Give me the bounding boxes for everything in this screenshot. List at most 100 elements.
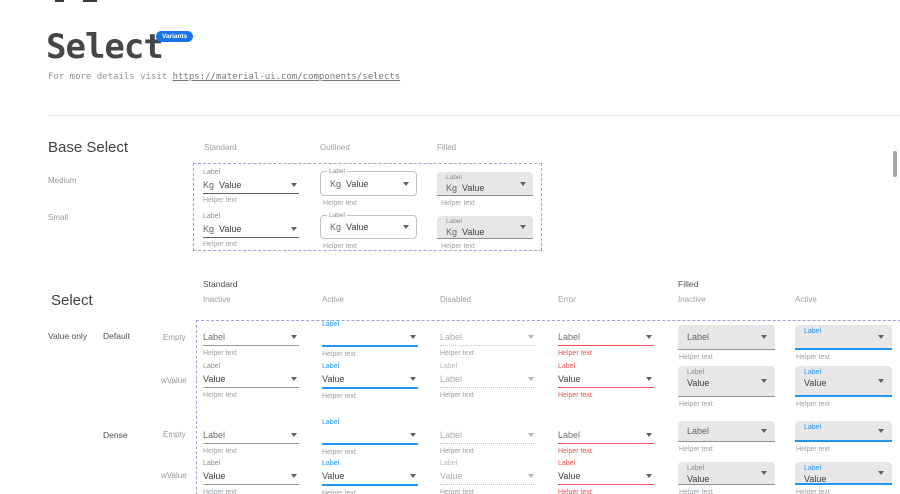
helper-text: Helper text <box>441 200 533 207</box>
group-header-filled: Filled <box>678 279 698 289</box>
standard-select-disabled-default-empty[interactable]: Label Helper text <box>440 320 536 357</box>
filled-box: LabelValue <box>678 462 775 485</box>
select-value-row: Value <box>558 469 654 484</box>
floating-label: Label <box>804 327 883 336</box>
select-value: Label <box>440 430 462 440</box>
floating-label: Label <box>203 212 299 222</box>
underline <box>203 193 299 194</box>
floating-label: Label <box>446 218 524 226</box>
select-value: Value <box>558 471 580 481</box>
standard-select-active-dense-empty[interactable]: LabelHelper text <box>322 418 418 456</box>
select-value: Value <box>804 377 883 390</box>
variants-badge[interactable]: Variants <box>156 31 193 42</box>
intro-text: For more details visit https://material-… <box>48 72 400 82</box>
dropdown-arrow-icon <box>528 433 534 437</box>
underline <box>440 484 536 485</box>
select-value-row: KgValue <box>203 178 299 193</box>
filled-box: Label <box>795 421 892 442</box>
dropdown-arrow-icon <box>291 183 297 187</box>
dropdown-arrow-icon <box>646 474 652 478</box>
select-value: Value <box>804 473 883 486</box>
density-label-default: Default <box>103 331 130 341</box>
filled-box: LabelValue <box>795 366 892 397</box>
filled-box: LabelValue <box>795 462 892 485</box>
col-header-active-5: Active <box>795 295 817 304</box>
select-value: Label <box>687 425 709 438</box>
floating-label <box>558 320 654 330</box>
helper-text: Helper text <box>440 392 536 399</box>
standard-select-inactive-default-wvalue[interactable]: LabelValueHelper text <box>203 362 299 399</box>
select-value-row: Label <box>440 330 536 345</box>
base-select-outlined-small[interactable]: LabelKgValueHelper text <box>320 215 417 250</box>
dropdown-arrow-icon <box>291 227 297 231</box>
base-select-outlined-medium[interactable]: LabelKgValueHelper text <box>320 171 417 207</box>
filled-select-inactive-dense-empty[interactable]: Label Helper text <box>678 421 775 453</box>
dropdown-arrow-icon <box>291 335 297 339</box>
select-value: Label <box>203 332 225 342</box>
standard-select-error-default-wvalue[interactable]: LabelValueHelper text <box>558 362 654 399</box>
filled-select-inactive-dense-wvalue[interactable]: LabelValueHelper text <box>678 462 775 494</box>
select-value-row: KgValue <box>446 182 524 194</box>
standard-select-inactive-default-empty[interactable]: LabelHelper text <box>203 320 299 357</box>
helper-text: Helper text <box>678 446 775 453</box>
filled-box: Label <box>678 421 775 442</box>
dropdown-arrow-icon <box>528 377 534 381</box>
floating-label: Label <box>687 464 766 473</box>
floating-label <box>558 418 654 428</box>
filled-select-active-default-wvalue[interactable]: LabelValueHelper text <box>795 366 892 408</box>
select-value: Value <box>558 374 580 384</box>
filled-select-active-dense-wvalue[interactable]: LabelValueHelper text <box>795 462 892 494</box>
standard-select-disabled-dense-empty[interactable]: LabelHelper text <box>440 418 536 455</box>
base-select-standard-small[interactable]: LabelKgValueHelper text <box>203 212 299 248</box>
filled-select-inactive-default-empty[interactable]: LabelHelper text <box>678 325 775 361</box>
col-header-disabled-2: Disabled <box>440 295 471 304</box>
adornment-text: Kg <box>330 222 341 232</box>
clipped-element-mark <box>55 0 64 2</box>
filled-box: LabelKgValue <box>437 216 533 239</box>
base-row-label-medium: Medium <box>48 176 76 185</box>
helper-text: Helper text <box>558 448 654 455</box>
select-value: Label <box>440 332 462 342</box>
base-select-standard-medium[interactable]: LabelKgValueHelper text <box>203 168 299 204</box>
filled-select-active-dense-empty[interactable]: LabelHelper text <box>795 421 892 453</box>
helper-text: Helper text <box>203 448 299 455</box>
select-value: Value <box>219 224 241 234</box>
underline <box>322 443 418 445</box>
floating-label: Label <box>558 362 654 372</box>
adornment-text: Kg <box>203 224 214 234</box>
row-label-empty-0: Empty <box>163 333 186 342</box>
standard-select-error-dense-wvalue[interactable]: LabelValueHelper text <box>558 459 654 494</box>
underline <box>203 237 299 238</box>
base-select-filled-medium[interactable]: LabelKgValueHelper text <box>437 172 533 207</box>
row-label-empty-2: Empty <box>163 430 186 439</box>
helper-text: Helper text <box>558 350 654 357</box>
filled-select-active-default-empty[interactable]: LabelHelper text <box>795 325 892 361</box>
standard-select-error-dense-empty[interactable]: LabelHelper text <box>558 418 654 455</box>
standard-select-active-default-empty[interactable]: LabelHelper text <box>322 320 418 358</box>
underline <box>203 443 299 444</box>
dropdown-arrow-icon <box>646 335 652 339</box>
standard-select-inactive-dense-wvalue[interactable]: LabelValueHelper text <box>203 459 299 494</box>
vertical-scrollbar-thumb[interactable] <box>893 151 897 177</box>
floating-label: Label <box>804 464 883 473</box>
base-select-filled-small[interactable]: LabelKgValueHelper text <box>437 216 533 250</box>
floating-label: Label <box>804 368 883 377</box>
adornment-text: Kg <box>203 180 214 190</box>
standard-select-error-default-empty[interactable]: LabelHelper text <box>558 320 654 357</box>
standard-select-active-dense-wvalue[interactable]: LabelValueHelper text <box>322 459 418 494</box>
select-value-row <box>322 428 418 443</box>
standard-select-inactive-dense-empty[interactable]: LabelHelper text <box>203 418 299 455</box>
helper-text: Helper text <box>440 350 536 357</box>
dropdown-arrow-icon <box>878 335 884 339</box>
standard-select-disabled-dense-wvalue[interactable]: LabelValueHelper text <box>440 459 536 494</box>
floating-label: Label <box>558 459 654 469</box>
dropdown-arrow-icon <box>878 471 884 475</box>
dropdown-arrow-icon <box>520 225 526 229</box>
standard-select-active-default-wvalue[interactable]: LabelValueHelper text <box>322 362 418 400</box>
filled-select-inactive-default-wvalue[interactable]: LabelValueHelper text <box>678 366 775 408</box>
group-header-standard: Standard <box>203 279 238 289</box>
material-ui-link[interactable]: https://material-ui.com/components/selec… <box>173 72 401 82</box>
select-value: Value <box>203 471 225 481</box>
standard-select-disabled-default-wvalue[interactable]: LabelLabelHelper text <box>440 362 536 399</box>
helper-text: Helper text <box>323 200 417 207</box>
